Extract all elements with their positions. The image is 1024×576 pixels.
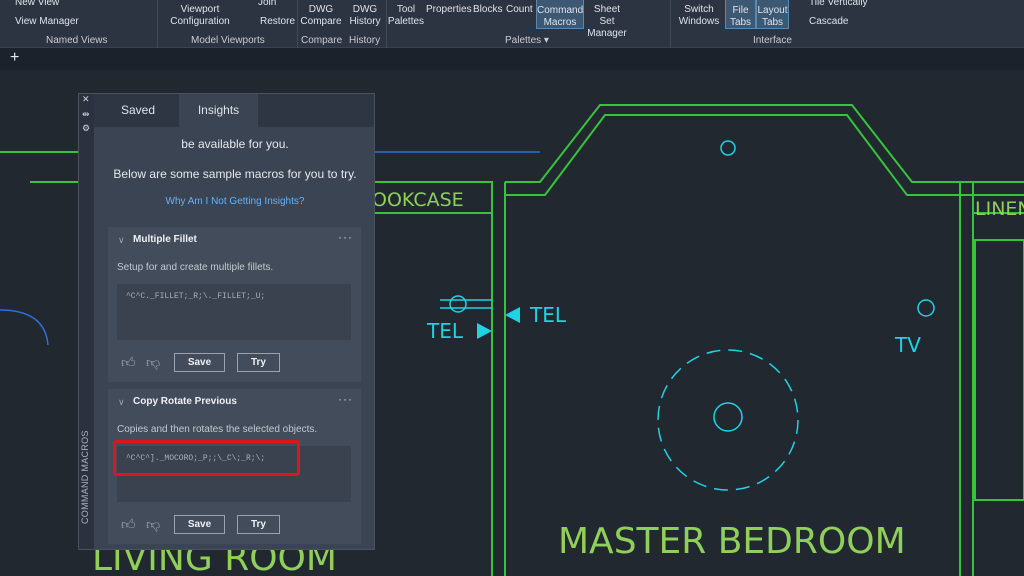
divider	[297, 0, 298, 48]
macro-title: Copy Rotate Previous	[133, 396, 237, 407]
label-linen: LINEN	[975, 198, 1024, 220]
palettes-group-label[interactable]: Palettes ▾	[505, 35, 549, 46]
cascade-button[interactable]: Cascade	[809, 16, 848, 28]
tab-insights[interactable]: Insights	[179, 94, 258, 127]
switch-windows-button[interactable]: Switch Windows	[676, 4, 722, 28]
macro-card: ∨ Multiple Fillet ··· Setup for and crea…	[108, 227, 361, 382]
label-bookcase: OOKCASE	[372, 189, 464, 211]
palette-title: COMMAND MACROS	[80, 430, 90, 524]
label-tel: TEL	[529, 303, 567, 327]
highlight-annotation	[113, 440, 300, 476]
save-button[interactable]: Save	[174, 515, 225, 534]
restore-button[interactable]: Restore	[260, 16, 295, 28]
palettes-label: Palettes	[505, 35, 542, 46]
fixture	[720, 140, 736, 156]
new-view-button[interactable]: New View	[15, 0, 59, 9]
chandelier	[657, 349, 799, 491]
dwg-compare-button[interactable]: DWG Compare	[300, 4, 342, 28]
divider	[670, 0, 671, 48]
join-button[interactable]: Join	[258, 0, 276, 9]
thumbs-down-icon[interactable]: 👎︎	[146, 354, 160, 371]
interface-group-label: Interface	[753, 35, 792, 46]
thumbs-up-icon[interactable]: 👍︎	[121, 354, 136, 371]
wall	[959, 182, 1024, 576]
try-button[interactable]: Try	[237, 353, 280, 372]
tab-saved[interactable]: Saved	[109, 94, 167, 127]
chevron-down-icon[interactable]: ∨	[118, 235, 125, 246]
thumbs-up-icon[interactable]: 👍︎	[121, 516, 136, 533]
close-icon[interactable]: ✕	[82, 94, 90, 105]
file-tab-bar: +	[0, 48, 1024, 70]
history-group-label: History	[349, 35, 381, 46]
file-tabs-toggle[interactable]: File Tabs	[725, 0, 756, 29]
label-tel: TEL	[426, 319, 464, 343]
settings-icon[interactable]: ⚙	[82, 123, 90, 134]
tv-jack	[917, 299, 935, 317]
palette-side-strip: ✕ ⇹ ⚙ COMMAND MACROS	[79, 94, 94, 549]
macro-description: Setup for and create multiple fillets.	[117, 262, 274, 273]
label-master-bedroom: MASTER BEDROOM	[558, 521, 906, 562]
more-options-icon[interactable]: ···	[338, 392, 353, 406]
dwg-history-button[interactable]: DWG History	[346, 4, 384, 28]
tool-palettes-button[interactable]: Tool Palettes	[387, 4, 425, 28]
intro-text: Below are some sample macros for you to …	[113, 167, 357, 181]
viewport-configuration-button[interactable]: Viewport Configuration	[165, 4, 235, 28]
door-swing	[0, 309, 49, 346]
count-button[interactable]: Count	[506, 4, 533, 16]
layout-tabs-toggle[interactable]: Layout Tabs	[756, 0, 789, 29]
autohide-icon[interactable]: ⇹	[82, 109, 90, 120]
tel-arrow	[505, 307, 520, 323]
why-no-insights-link[interactable]: Why Am I Not Getting Insights?	[94, 196, 376, 207]
named-views-group-label: Named Views	[46, 35, 108, 46]
tile-vertically-button[interactable]: Tile Vertically	[809, 0, 868, 9]
tel-arrow	[477, 323, 492, 339]
try-button[interactable]: Try	[237, 515, 280, 534]
properties-button[interactable]: Properties	[426, 4, 472, 16]
wall	[372, 104, 1024, 576]
model-viewports-group-label: Model Viewports	[191, 35, 265, 46]
save-button[interactable]: Save	[174, 353, 225, 372]
ribbon: New View View Manager Named Views Viewpo…	[0, 0, 1024, 48]
new-tab-button[interactable]: +	[10, 49, 19, 67]
macro-title: Multiple Fillet	[133, 234, 197, 245]
chandelier-center	[713, 402, 743, 432]
chevron-down-icon[interactable]: ∨	[118, 397, 125, 408]
macro-description: Copies and then rotates the selected obj…	[117, 424, 318, 435]
palette-tabs: Saved Insights	[94, 94, 374, 127]
sheet-set-manager-button[interactable]: Sheet Set Manager	[586, 4, 628, 40]
thumbs-down-icon[interactable]: 👎︎	[146, 516, 160, 533]
intro-text: be available for you.	[181, 137, 289, 151]
compare-group-label: Compare	[301, 35, 343, 46]
view-manager-button[interactable]: View Manager	[15, 16, 79, 28]
label-tv: TV	[894, 333, 921, 357]
macro-code-field[interactable]: ^C^C._FILLET;_R;\._FILLET;_U;	[117, 284, 351, 340]
divider	[157, 0, 158, 48]
blocks-button[interactable]: Blocks	[473, 4, 502, 16]
command-macros-button[interactable]: Command Macros	[536, 0, 584, 29]
command-macros-palette: ✕ ⇹ ⚙ COMMAND MACROS Saved Insights be a…	[78, 93, 375, 550]
tel-jack	[449, 295, 467, 313]
more-options-icon[interactable]: ···	[338, 230, 353, 244]
